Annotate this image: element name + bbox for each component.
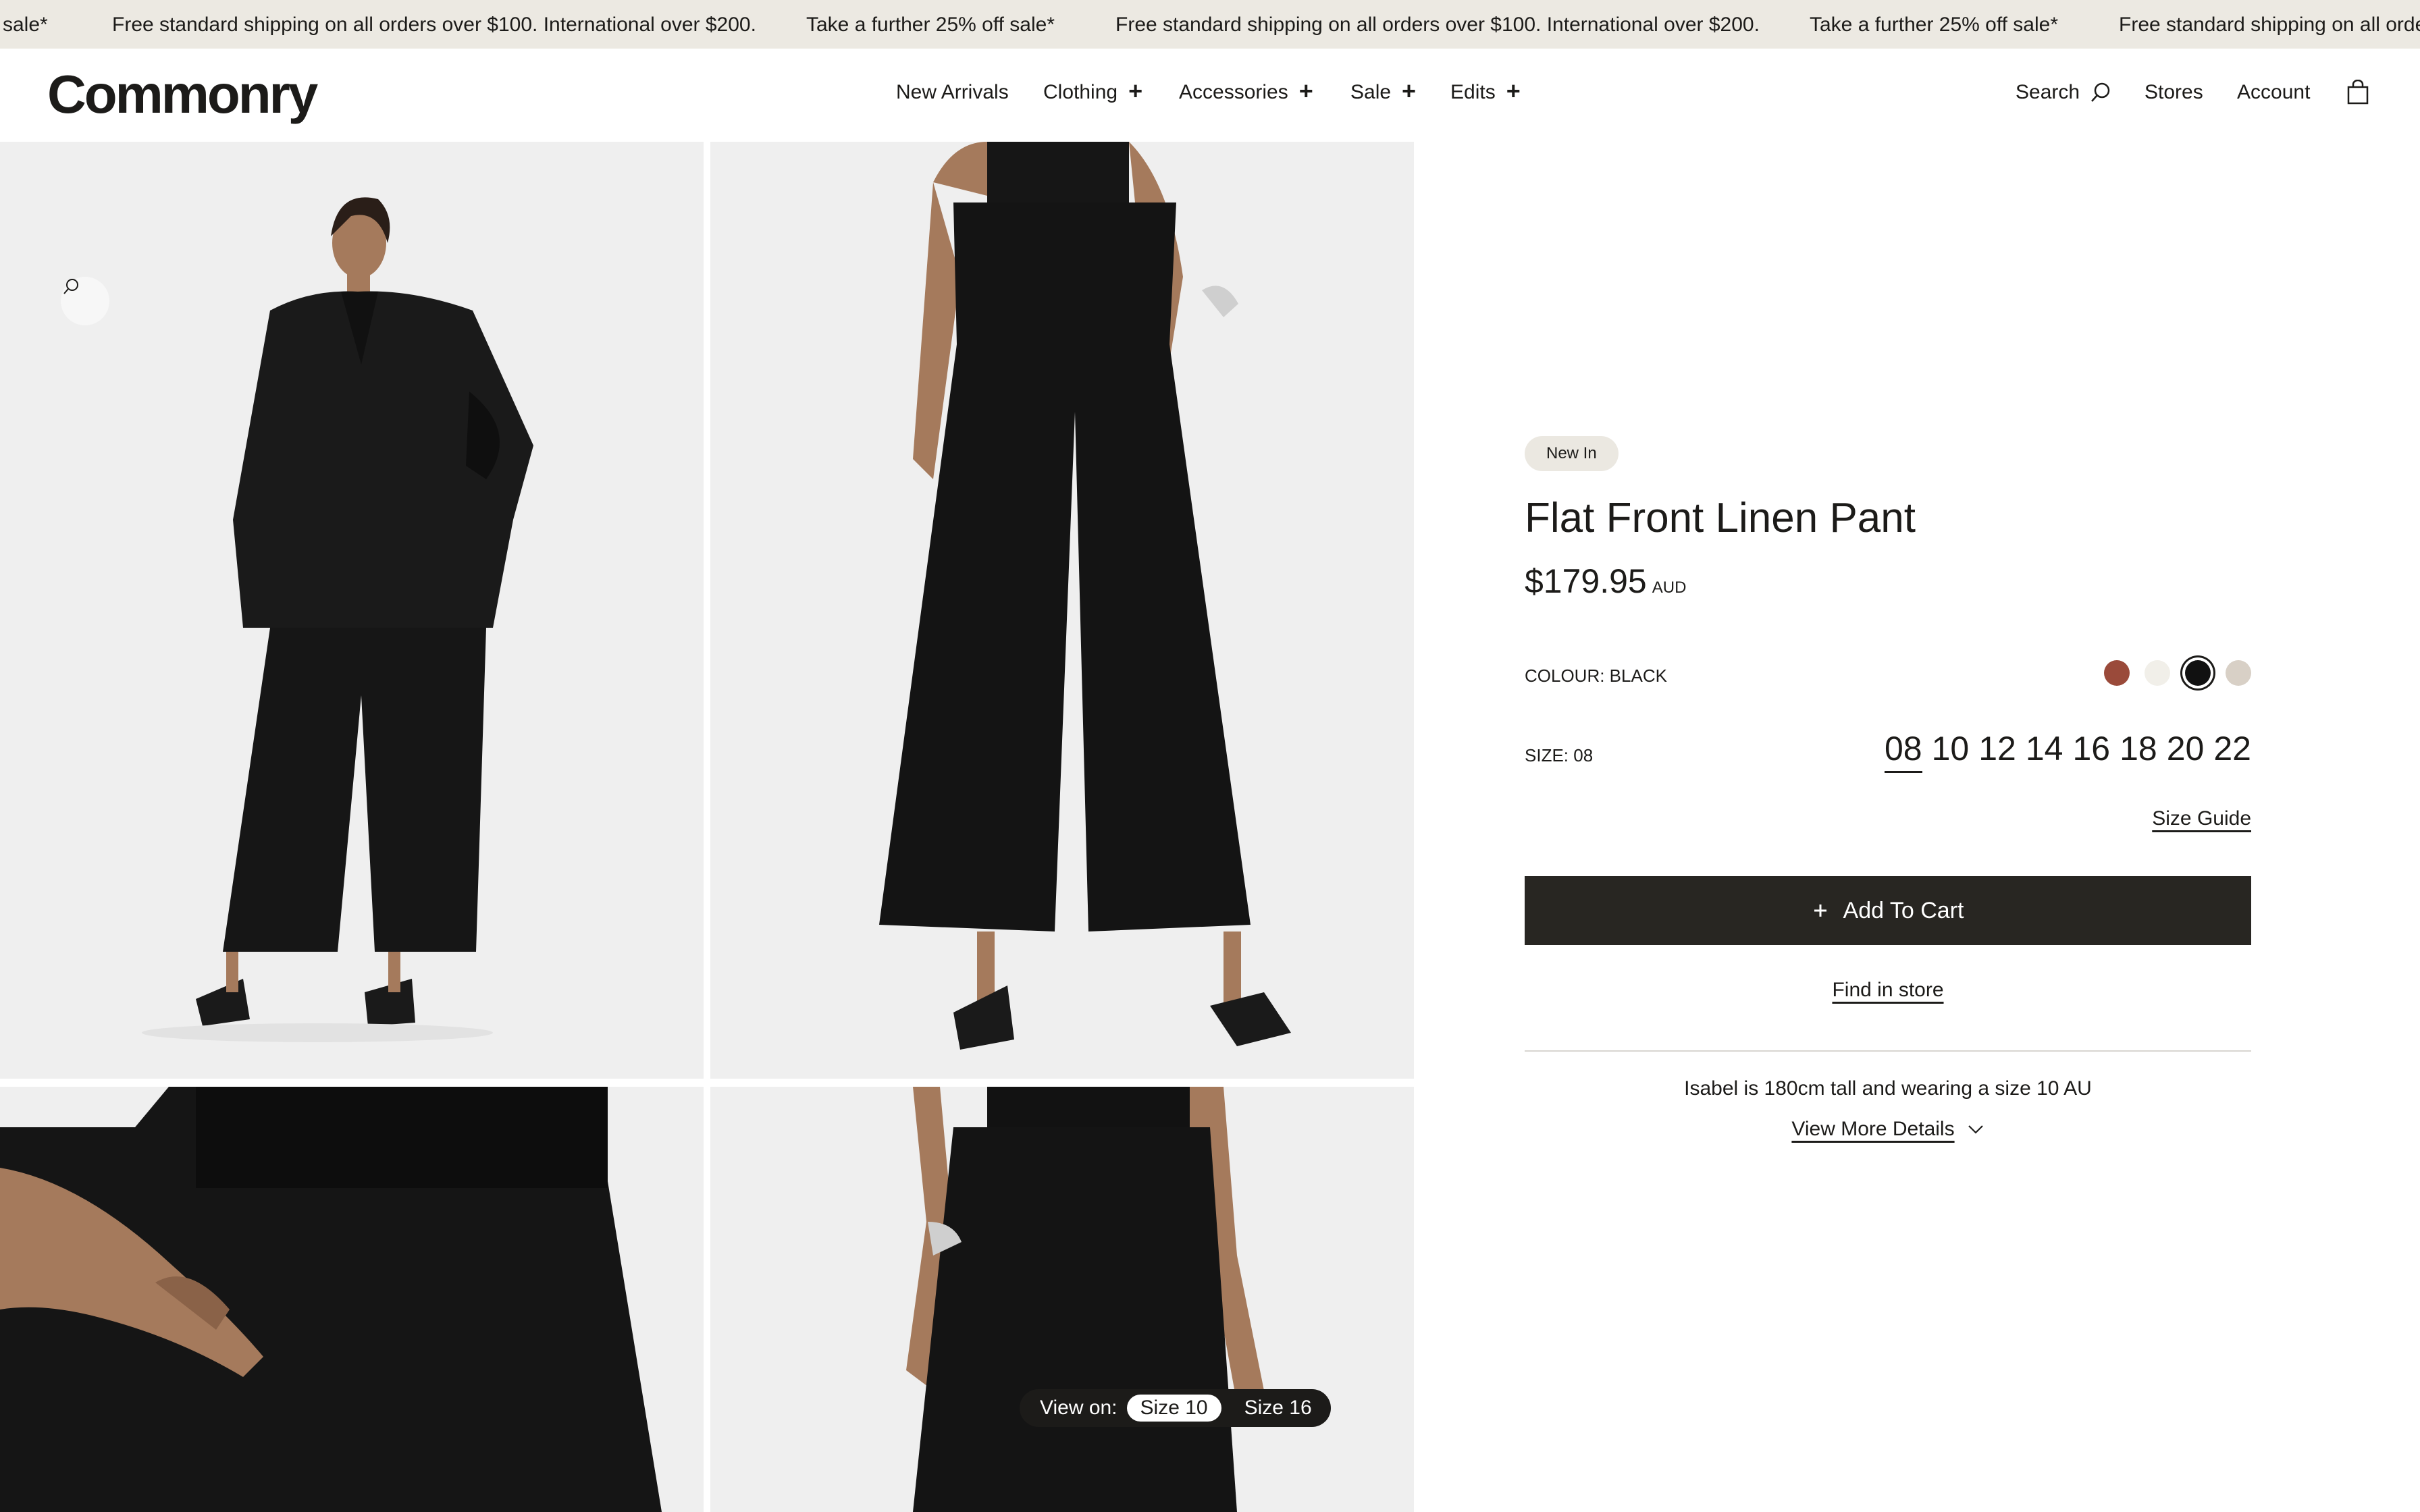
- account-label: Account: [2237, 81, 2311, 103]
- search-icon: [2091, 82, 2110, 102]
- announcement-item: Take a further 25% off sale*: [806, 14, 1055, 36]
- colour-label: COLOUR: BLACK: [1525, 666, 1667, 686]
- size-option-20[interactable]: 20: [2167, 729, 2205, 773]
- add-to-cart-button[interactable]: Add To Cart: [1525, 876, 2251, 945]
- nav-label: Edits: [1450, 81, 1496, 103]
- nav-label: Accessories: [1179, 81, 1288, 103]
- size-option-10[interactable]: 10: [1932, 729, 1970, 773]
- plus-icon: +: [1506, 77, 1521, 105]
- site-header: Commonry New Arrivals Clothing + Accesso…: [0, 49, 2420, 142]
- announcement-item: Free standard shipping on all orders ove…: [1115, 14, 1760, 36]
- account-link[interactable]: Account: [2237, 81, 2310, 104]
- nav-item-new-arrivals[interactable]: New Arrivals: [896, 81, 1009, 104]
- search-button[interactable]: Search: [2016, 81, 2112, 104]
- view-more-details-link[interactable]: View More Details: [1791, 1118, 1954, 1141]
- plus-icon: +: [1298, 77, 1313, 105]
- nav-item-accessories[interactable]: Accessories +: [1179, 77, 1313, 105]
- zoom-button[interactable]: [61, 277, 109, 325]
- size-option-16[interactable]: 16: [2073, 729, 2111, 773]
- announcement-item: Free standard shipping on all orders ove…: [2119, 14, 2420, 36]
- search-label: Search: [2016, 81, 2080, 103]
- model-full-look-image: [0, 142, 704, 1079]
- pocket-detail-image: [0, 1087, 704, 1512]
- price-currency: AUD: [1652, 578, 1687, 597]
- nav-label: New Arrivals: [896, 81, 1009, 103]
- nav-label: Sale: [1350, 81, 1392, 103]
- logo[interactable]: Commonry: [47, 63, 318, 126]
- price-value: $179.95: [1525, 562, 1647, 600]
- view-on-size-10[interactable]: Size 10: [1126, 1395, 1221, 1422]
- view-on-size-16[interactable]: Size 16: [1231, 1395, 1325, 1422]
- chevron-down-icon: [1968, 1125, 1983, 1134]
- add-to-cart-label: Add To Cart: [1843, 897, 1964, 923]
- product-image-1[interactable]: [0, 142, 704, 1079]
- size-option-18[interactable]: 18: [2120, 729, 2157, 773]
- nav-item-sale[interactable]: Sale +: [1350, 77, 1417, 105]
- nav-item-edits[interactable]: Edits +: [1450, 77, 1521, 105]
- zoom-icon: [63, 279, 78, 294]
- swatch-stone[interactable]: [2226, 660, 2251, 686]
- announcement-bar: sale* Free standard shipping on all orde…: [0, 0, 2420, 49]
- announcement-item: Free standard shipping on all orders ove…: [112, 14, 756, 36]
- view-more-details[interactable]: View More Details: [1525, 1118, 2251, 1141]
- find-in-store-link[interactable]: Find in store: [1832, 979, 1943, 1001]
- announcement-item: Take a further 25% off sale*: [1810, 14, 2058, 36]
- plus-icon: [1814, 905, 1826, 917]
- colour-swatches: [2104, 660, 2251, 686]
- stores-link[interactable]: Stores: [2145, 81, 2203, 104]
- plus-icon: +: [1128, 77, 1143, 105]
- new-in-badge: New In: [1525, 436, 1619, 471]
- size-option-08[interactable]: 08: [1885, 729, 1922, 773]
- product-price: $179.95 AUD: [1525, 562, 1686, 601]
- product-image-3[interactable]: [0, 1087, 704, 1512]
- pants-front-image: [710, 142, 1414, 1079]
- swatch-black[interactable]: [2185, 660, 2211, 686]
- pants-back-image: [710, 1087, 1414, 1512]
- find-in-store: Find in store: [1525, 979, 2251, 1002]
- size-selector: 08 10 12 14 16 18 20 22: [1885, 729, 2251, 773]
- swatch-ivory[interactable]: [2145, 660, 2170, 686]
- size-option-12[interactable]: 12: [1978, 729, 2016, 773]
- announcement-item: sale*: [3, 14, 48, 36]
- size-guide-link[interactable]: Size Guide: [2152, 807, 2251, 830]
- swatch-rust[interactable]: [2104, 660, 2130, 686]
- stores-label: Stores: [2145, 81, 2203, 103]
- size-option-22[interactable]: 22: [2213, 729, 2251, 773]
- product-image-4[interactable]: [710, 1087, 1414, 1512]
- product-title: Flat Front Linen Pant: [1525, 495, 1916, 541]
- divider: [1525, 1050, 2251, 1052]
- plus-icon: +: [1402, 77, 1417, 105]
- size-label: SIZE: 08: [1525, 745, 1594, 765]
- view-on-label: View on:: [1040, 1397, 1117, 1419]
- nav-label: Clothing: [1043, 81, 1118, 103]
- nav-item-clothing[interactable]: Clothing +: [1043, 77, 1143, 105]
- view-on-size-toggle: View on: Size 10 Size 16: [1020, 1389, 1331, 1427]
- size-option-14[interactable]: 14: [2026, 729, 2063, 773]
- shopping-bag-icon: [2347, 80, 2369, 105]
- model-info: Isabel is 180cm tall and wearing a size …: [1684, 1077, 2092, 1100]
- cart-button[interactable]: [2346, 80, 2370, 105]
- product-image-2[interactable]: [710, 142, 1414, 1079]
